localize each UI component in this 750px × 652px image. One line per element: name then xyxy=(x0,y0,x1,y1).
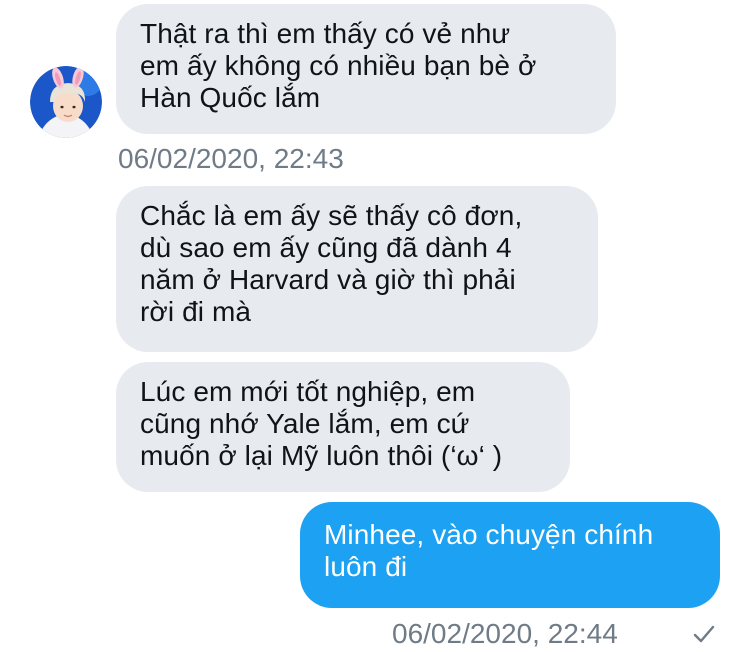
message-line: Chắc là em ấy sẽ thấy cô đơn, xyxy=(140,200,523,231)
message-line: dù sao em ấy cũng đã dành 4 xyxy=(140,232,512,263)
message-line: muốn ở lại Mỹ luôn thôi (‘ω‘ ) xyxy=(140,440,503,471)
message-line: em ấy không có nhiều bạn bè ở xyxy=(140,50,537,81)
message-line: Lúc em mới tốt nghiệp, em xyxy=(140,376,476,407)
message-line: luôn đi xyxy=(324,551,408,582)
message-bubble-incoming[interactable]: Chắc là em ấy sẽ thấy cô đơn, dù sao em … xyxy=(116,186,598,352)
message-line: Thật ra thì em thấy có vẻ như xyxy=(140,18,511,49)
message-line: cũng nhớ Yale lắm, em cứ xyxy=(140,408,470,439)
message-timestamp: 06/02/2020, 22:44 xyxy=(392,618,618,649)
message-bubble-incoming[interactable]: Lúc em mới tốt nghiệp, em cũng nhớ Yale … xyxy=(116,362,570,492)
checkmark-icon xyxy=(690,620,718,648)
message-line: Minhee, vào chuyện chính xyxy=(324,519,654,550)
dm-conversation: Thật ra thì em thấy có vẻ như em ấy khôn… xyxy=(0,0,750,652)
message-bubble-outgoing[interactable]: Minhee, vào chuyện chính luôn đi xyxy=(300,502,720,608)
message-line: năm ở Harvard và giờ thì phải xyxy=(140,264,516,295)
message-line: rời đi mà xyxy=(140,296,252,327)
message-bubble-incoming[interactable]: Thật ra thì em thấy có vẻ như em ấy khôn… xyxy=(116,4,616,134)
message-line: Hàn Quốc lắm xyxy=(140,82,321,113)
user-avatar-icon[interactable] xyxy=(30,66,102,138)
message-timestamp: 06/02/2020, 22:43 xyxy=(118,143,344,174)
